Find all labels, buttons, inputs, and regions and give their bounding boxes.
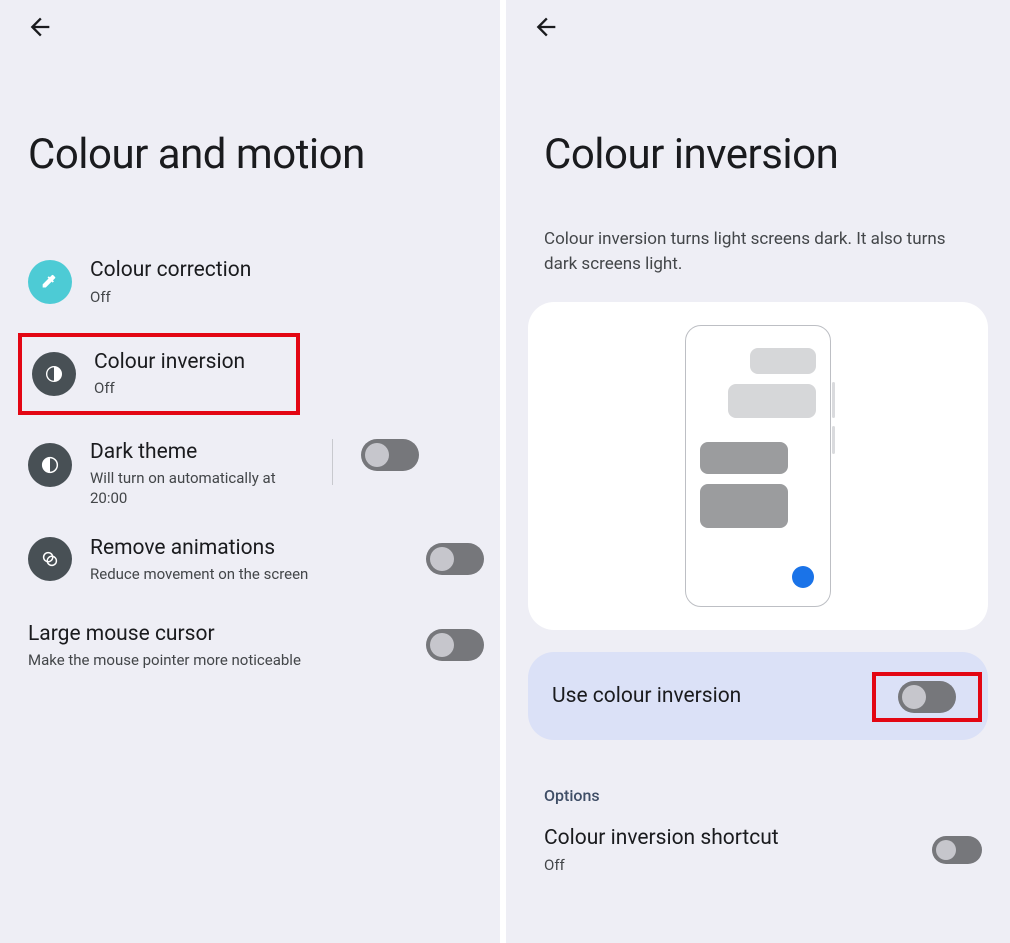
- back-button[interactable]: [22, 10, 58, 46]
- colour-and-motion-panel: Colour and motion Colour correction Off …: [0, 0, 500, 943]
- large-cursor-row[interactable]: Large mouse cursor Make the mouse pointe…: [0, 602, 500, 688]
- colour-correction-title: Colour correction: [90, 257, 484, 284]
- remove-animations-row[interactable]: Remove animations Reduce movement on the…: [0, 516, 500, 602]
- page-title: Colour and motion: [28, 130, 500, 179]
- dark-theme-toggle[interactable]: [361, 439, 419, 471]
- dark-theme-status: Will turn on automatically at 20:00: [90, 468, 310, 509]
- remove-animations-title: Remove animations: [90, 535, 408, 562]
- use-colour-inversion-card[interactable]: Use colour inversion: [528, 652, 988, 740]
- contrast-icon: [32, 352, 76, 396]
- preview-bubble: [700, 484, 788, 528]
- animations-icon: [28, 537, 72, 581]
- preview-dot-icon: [792, 566, 814, 588]
- dark-theme-title: Dark theme: [90, 439, 310, 466]
- separator: [332, 439, 333, 485]
- shortcut-title: Colour inversion shortcut: [544, 825, 920, 852]
- preview-bubble: [750, 348, 816, 374]
- phone-frame-icon: [685, 325, 831, 607]
- dark-theme-icon: [28, 443, 72, 487]
- back-button[interactable]: [528, 10, 564, 46]
- remove-animations-sub: Reduce movement on the screen: [90, 564, 408, 584]
- arrow-left-icon: [532, 13, 560, 41]
- arrow-left-icon: [26, 13, 54, 41]
- shortcut-status: Off: [544, 855, 920, 875]
- toggle-highlight: [872, 672, 982, 722]
- large-cursor-toggle[interactable]: [426, 629, 484, 661]
- colour-correction-row[interactable]: Colour correction Off: [0, 239, 500, 325]
- large-cursor-title: Large mouse cursor: [28, 621, 408, 648]
- colour-inversion-status: Off: [94, 378, 286, 398]
- colour-inversion-highlight: Colour inversion Off: [18, 333, 300, 415]
- shortcut-toggle[interactable]: [932, 836, 982, 864]
- page-title: Colour inversion: [544, 130, 1010, 179]
- preview-card: [528, 302, 988, 630]
- colour-inversion-row[interactable]: Colour inversion Off: [22, 337, 296, 411]
- large-cursor-sub: Make the mouse pointer more noticeable: [28, 650, 408, 670]
- preview-bubble: [700, 442, 788, 474]
- colour-inversion-title: Colour inversion: [94, 349, 286, 376]
- preview-bubble: [728, 384, 816, 418]
- use-colour-inversion-toggle[interactable]: [898, 681, 956, 713]
- colour-inversion-panel: Colour inversion Colour inversion turns …: [506, 0, 1010, 943]
- remove-animations-toggle[interactable]: [426, 543, 484, 575]
- colour-correction-status: Off: [90, 287, 484, 307]
- options-header: Options: [544, 786, 1010, 805]
- eyedropper-icon: [28, 260, 72, 304]
- dark-theme-row[interactable]: Dark theme Will turn on automatically at…: [0, 423, 500, 517]
- description-text: Colour inversion turns light screens dar…: [506, 227, 1010, 276]
- shortcut-row[interactable]: Colour inversion shortcut Off: [506, 825, 1010, 875]
